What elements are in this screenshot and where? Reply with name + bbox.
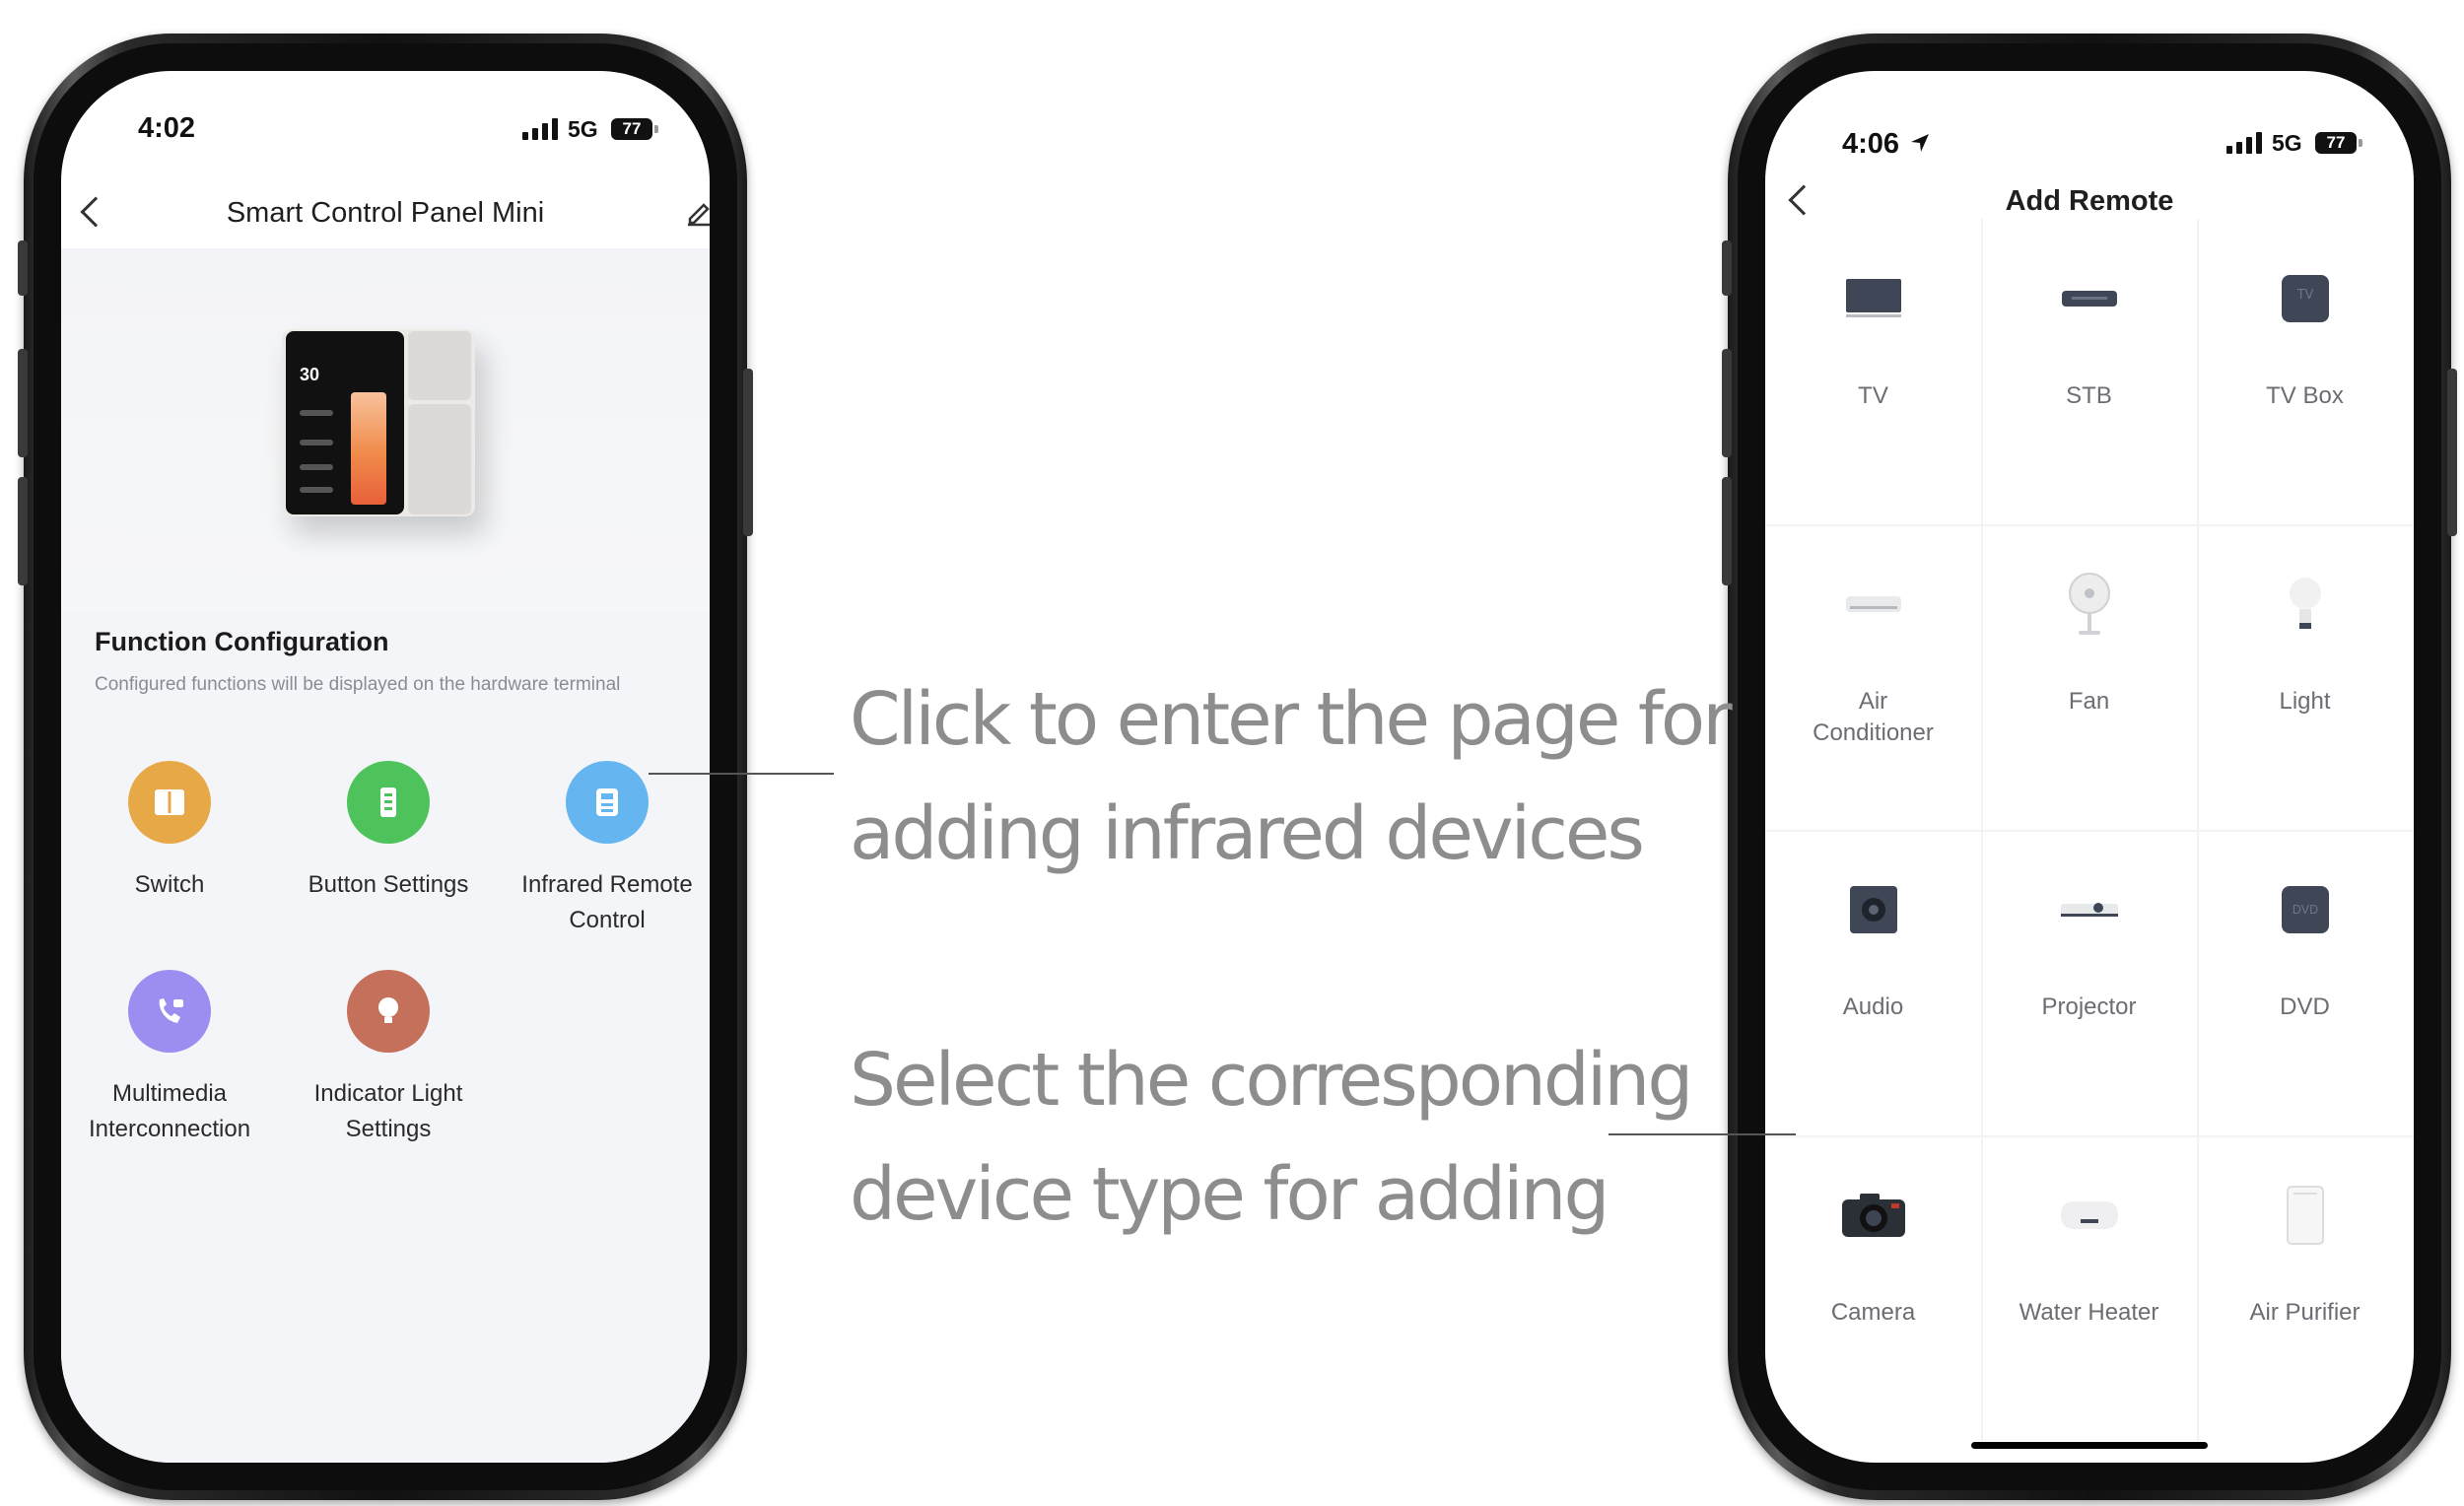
- signal-icon: [2226, 132, 2262, 154]
- device-tile-dvd[interactable]: DVD DVD: [2197, 830, 2413, 1135]
- dvd-badge: DVD: [2292, 903, 2317, 917]
- home-indicator: [1971, 1442, 2208, 1449]
- annotation-top-line1: Click to enter the page for: [850, 677, 1733, 762]
- section-title: Function Configuration: [95, 627, 389, 656]
- volume-up-button: [1722, 349, 1732, 457]
- button-settings-icon: [347, 761, 430, 844]
- device-label: Audio: [1842, 993, 1904, 1020]
- annotation-bottom: Select the corresponding device type for…: [850, 1023, 1693, 1252]
- right-phone-frame: 4:06 5G 77 Add Remote TV STB TV TV Box A…: [1722, 34, 2457, 1500]
- volume-up-button: [18, 349, 28, 457]
- air-conditioner-icon: [1839, 570, 1908, 639]
- device-tile-stb[interactable]: STB: [1981, 219, 2197, 524]
- right-screen: 4:06 5G 77 Add Remote TV STB TV TV Box A…: [1765, 71, 2414, 1463]
- volume-down-button: [1722, 477, 1732, 585]
- location-arrow-icon: [1911, 134, 1929, 152]
- dvd-icon: DVD: [2271, 875, 2340, 944]
- projector-icon: [2055, 875, 2124, 944]
- function-item-button-settings[interactable]: Button Settings: [280, 761, 497, 903]
- mute-switch: [18, 240, 28, 296]
- status-time: 4:06: [1842, 128, 1900, 160]
- left-phone-frame: 4:02 5G 77 Smart Control Panel Mini 30 F…: [18, 34, 753, 1500]
- function-item-label: Indicator Light Settings: [313, 1080, 463, 1142]
- camera-icon: [1839, 1181, 1908, 1250]
- annotation-top-line2: adding infrared devices: [850, 791, 1645, 876]
- power-button: [743, 369, 753, 536]
- multimedia-icon: [128, 970, 211, 1053]
- device-tile-audio[interactable]: Audio: [1765, 830, 1981, 1135]
- function-item-multimedia[interactable]: Multimedia Interconnection: [61, 970, 278, 1147]
- edit-pencil-icon[interactable]: [684, 197, 710, 227]
- device-hero: 30: [61, 248, 710, 613]
- power-button: [2447, 369, 2457, 536]
- signal-icon: [522, 118, 558, 140]
- device-label: STB: [2066, 382, 2112, 409]
- device-label: Light: [2279, 688, 2331, 715]
- device-tile-projector[interactable]: Projector: [1981, 830, 2197, 1135]
- device-label: Air Conditioner: [1813, 688, 1934, 746]
- fan-icon: [2055, 570, 2124, 639]
- network-label: 5G: [2272, 130, 2302, 156]
- device-label: TV Box: [2266, 382, 2344, 409]
- water-heater-icon: [2055, 1181, 2124, 1250]
- audio-speaker-icon: [1839, 875, 1908, 944]
- device-label: TV: [1858, 382, 1888, 409]
- function-item-label: Multimedia Interconnection: [88, 1080, 251, 1142]
- infrared-remote-icon: [566, 761, 649, 844]
- tv-box-badge: TV: [2295, 288, 2313, 303]
- device-label: Projector: [2041, 993, 2137, 1020]
- nav-bar: Smart Control Panel Mini: [61, 177, 710, 246]
- indicator-light-icon: [347, 970, 430, 1053]
- device-label: Camera: [1830, 1299, 1916, 1326]
- connector-line-top: [649, 773, 834, 775]
- page-title: Add Remote: [2005, 185, 2174, 217]
- device-label: Air Purifier: [2249, 1299, 2361, 1326]
- volume-down-button: [18, 477, 28, 585]
- device-tile-tv-box[interactable]: TV TV Box: [2197, 219, 2413, 524]
- function-item-switch[interactable]: Switch: [61, 761, 278, 903]
- annotation-bottom-line1: Select the corresponding: [850, 1038, 1693, 1123]
- device-tile-air-purifier[interactable]: Air Purifier: [2197, 1135, 2413, 1441]
- tv-box-icon: TV: [2271, 264, 2340, 333]
- battery-icon: 77: [611, 118, 658, 140]
- light-bulb-icon: [2271, 570, 2340, 639]
- function-item-label: Switch: [134, 871, 205, 898]
- status-bar: 4:06 5G 77: [1765, 71, 2414, 160]
- annotation-top: Click to enter the page for adding infra…: [850, 662, 1733, 891]
- device-tile-light[interactable]: Light: [2197, 524, 2413, 830]
- stb-icon: [2055, 264, 2124, 333]
- device-tile-tv[interactable]: TV: [1765, 219, 1981, 524]
- function-item-label: Infrared Remote Control: [521, 871, 693, 933]
- device-tile-water-heater[interactable]: Water Heater: [1981, 1135, 2197, 1441]
- network-label: 5G: [568, 116, 598, 142]
- mute-switch: [1722, 240, 1732, 296]
- annotation-bottom-line2: device type for adding: [850, 1152, 1609, 1237]
- control-panel-image: 30: [282, 329, 475, 516]
- device-tile-fan[interactable]: Fan: [1981, 524, 2197, 830]
- device-tile-camera[interactable]: Camera: [1765, 1135, 1981, 1441]
- battery-icon: 77: [2315, 132, 2362, 154]
- status-time: 4:02: [138, 112, 196, 144]
- status-bar: 4:02 5G 77: [61, 71, 710, 150]
- function-item-indicator-light[interactable]: Indicator Light Settings: [280, 970, 497, 1147]
- air-purifier-icon: [2271, 1181, 2340, 1250]
- panel-temp: 30: [300, 365, 320, 384]
- device-label: DVD: [2280, 993, 2330, 1020]
- switch-icon: [128, 761, 211, 844]
- function-configuration-section: Function Configuration Configured functi…: [61, 613, 710, 1463]
- function-item-label: Button Settings: [308, 871, 469, 898]
- device-label: Water Heater: [2019, 1299, 2159, 1326]
- tv-icon: [1839, 264, 1908, 333]
- section-subtitle: Configured functions will be displayed o…: [95, 674, 621, 695]
- left-screen: 4:02 5G 77 Smart Control Panel Mini 30 F…: [61, 71, 710, 1463]
- device-tile-air-conditioner[interactable]: Air Conditioner: [1765, 524, 1981, 830]
- device-label: Fan: [2068, 688, 2110, 715]
- function-item-infrared-remote[interactable]: Infrared Remote Control: [499, 761, 710, 938]
- page-title: Smart Control Panel Mini: [226, 197, 545, 229]
